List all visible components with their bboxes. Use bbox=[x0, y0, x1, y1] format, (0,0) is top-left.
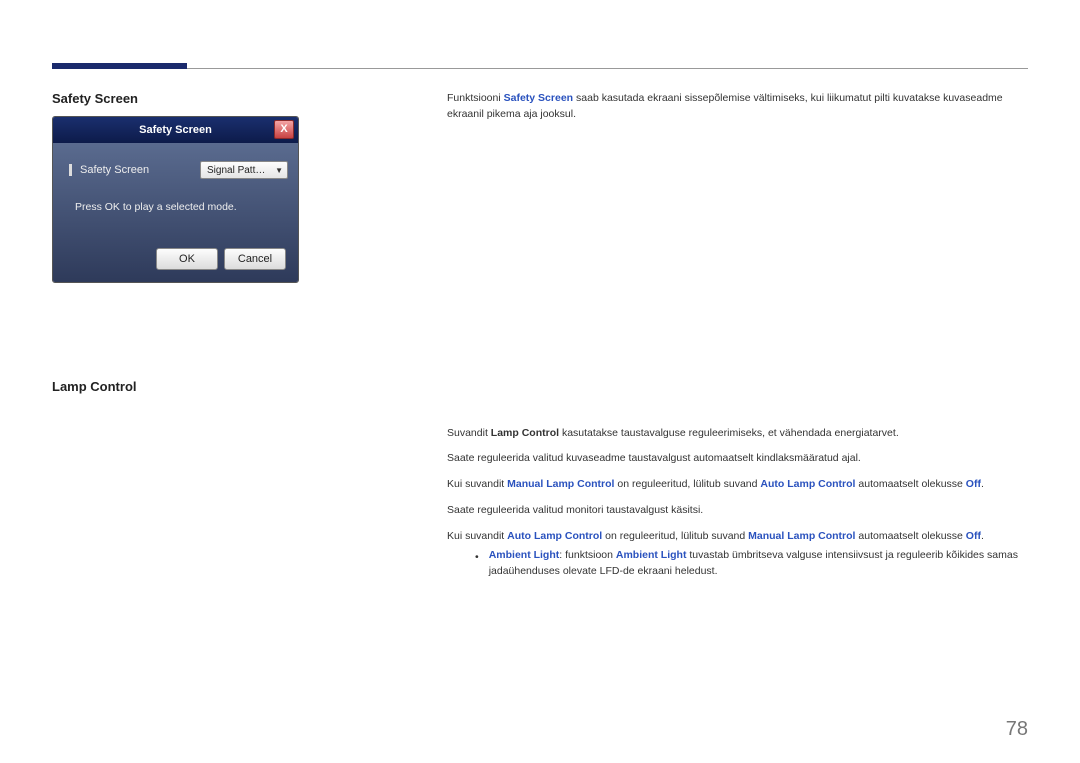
ambient-light-term-2: Ambient Light bbox=[616, 549, 687, 561]
spacer bbox=[447, 133, 1028, 426]
auto-lamp-term: Auto Lamp Control bbox=[760, 478, 855, 490]
text: on reguleeritud, lülitub suvand bbox=[614, 478, 760, 490]
header-rule bbox=[52, 63, 1028, 69]
manual-lamp-term-2: Manual Lamp Control bbox=[748, 530, 855, 542]
close-icon: X bbox=[280, 124, 287, 135]
rule-accent-bar bbox=[52, 63, 187, 69]
bullet-text: Ambient Light: funktsioon Ambient Light … bbox=[489, 548, 1028, 580]
close-button[interactable]: X bbox=[274, 120, 294, 139]
lamp-p2: Saate reguleerida valitud kuvaseadme tau… bbox=[447, 451, 1028, 467]
safety-screen-paragraph: Funktsiooni Safety Screen saab kasutada … bbox=[447, 91, 1028, 123]
text: Funktsiooni bbox=[447, 92, 504, 104]
lamp-control-heading: Lamp Control bbox=[52, 379, 447, 394]
manual-lamp-term: Manual Lamp Control bbox=[507, 478, 614, 490]
off-term: Off bbox=[966, 478, 981, 490]
ok-button-label: OK bbox=[179, 253, 195, 265]
safety-screen-label: Safety Screen bbox=[80, 164, 192, 176]
text: . bbox=[981, 478, 984, 490]
text: automaatselt olekusse bbox=[855, 478, 965, 490]
chevron-down-icon: ▼ bbox=[275, 166, 283, 175]
lamp-p4: Saate reguleerida valitud monitori taust… bbox=[447, 503, 1028, 519]
dialog-message: Press OK to play a selected mode. bbox=[63, 201, 288, 213]
text: Kui suvandit bbox=[447, 530, 507, 542]
text: on reguleeritud, lülitub suvand bbox=[602, 530, 748, 542]
text: . bbox=[981, 530, 984, 542]
lamp-p5: Kui suvandit Auto Lamp Control on regule… bbox=[447, 529, 1028, 545]
safety-screen-heading: Safety Screen bbox=[52, 91, 447, 106]
right-column: Funktsiooni Safety Screen saab kasutada … bbox=[447, 91, 1028, 580]
text: automaatselt olekusse bbox=[855, 530, 965, 542]
bullet-icon: • bbox=[475, 550, 479, 582]
safety-screen-dialog: Safety Screen X Safety Screen Signal Pat… bbox=[52, 116, 299, 283]
select-value: Signal Patt… bbox=[207, 165, 265, 176]
lamp-control-term: Lamp Control bbox=[491, 427, 559, 439]
rule-line bbox=[52, 68, 1028, 69]
text: Kui suvandit bbox=[447, 478, 507, 490]
ok-button[interactable]: OK bbox=[156, 248, 218, 270]
off-term-2: Off bbox=[966, 530, 981, 542]
dialog-button-row: OK Cancel bbox=[63, 248, 288, 272]
dialog-body: Safety Screen Signal Patt… ▼ Press OK to… bbox=[53, 143, 298, 282]
cancel-button[interactable]: Cancel bbox=[224, 248, 286, 270]
left-column: Safety Screen Safety Screen X Safety Scr… bbox=[52, 91, 447, 580]
content-row: Safety Screen Safety Screen X Safety Scr… bbox=[52, 91, 1028, 580]
lamp-p3: Kui suvandit Manual Lamp Control on regu… bbox=[447, 477, 1028, 493]
signal-pattern-select[interactable]: Signal Patt… ▼ bbox=[200, 161, 288, 179]
text: : funktsioon bbox=[559, 549, 616, 561]
text: kasutatakse taustavalguse reguleerimisek… bbox=[559, 427, 899, 439]
dialog-field-row: Safety Screen Signal Patt… ▼ bbox=[63, 161, 288, 179]
cancel-button-label: Cancel bbox=[238, 253, 272, 265]
dialog-titlebar: Safety Screen X bbox=[53, 117, 298, 143]
safety-screen-term: Safety Screen bbox=[504, 92, 573, 104]
auto-lamp-term-2: Auto Lamp Control bbox=[507, 530, 602, 542]
page-number: 78 bbox=[1006, 718, 1028, 741]
row-indicator bbox=[69, 164, 72, 176]
text: Suvandit bbox=[447, 427, 491, 439]
lamp-p1: Suvandit Lamp Control kasutatakse tausta… bbox=[447, 426, 1028, 442]
ambient-light-bullet: • Ambient Light: funktsioon Ambient Ligh… bbox=[475, 548, 1028, 580]
ambient-light-term: Ambient Light bbox=[489, 549, 560, 561]
dialog-title-text: Safety Screen bbox=[139, 124, 212, 136]
